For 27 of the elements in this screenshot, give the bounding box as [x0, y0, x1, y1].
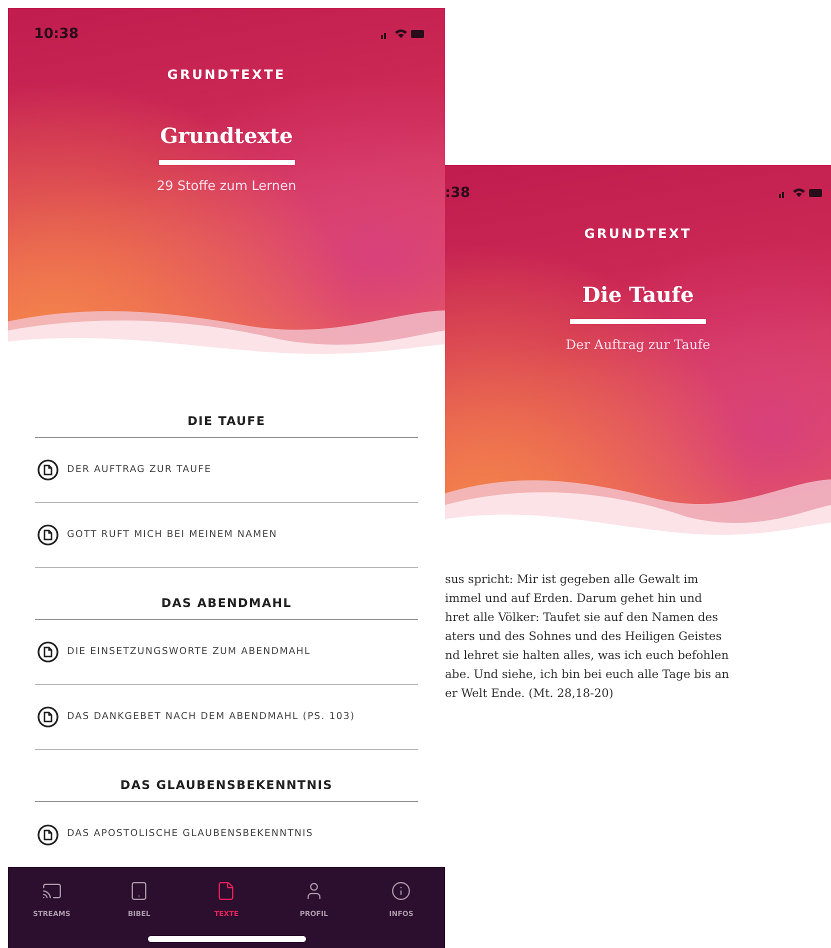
- document-icon: [37, 524, 59, 546]
- header-subtitle: 29 Stoffe zum Lernen: [156, 179, 296, 194]
- document-icon: [37, 641, 59, 663]
- text-list-item[interactable]: DAS DANKGEBET NACH DEM ABENDMAHL (PS. 103): [35, 685, 418, 750]
- file-icon: [216, 881, 236, 901]
- document-icon: [37, 706, 59, 728]
- text-list-item[interactable]: GOTT RUFT MICH BEI MEINEM NAMEN: [35, 503, 418, 568]
- header-title: Die Taufe: [582, 282, 694, 307]
- header-overline: GRUNDTEXT: [584, 227, 692, 242]
- header-title: Grundtexte: [160, 123, 293, 148]
- section-heading: DAS ABENDMAHL: [35, 590, 418, 620]
- status-icons: [779, 187, 823, 199]
- text-list-item[interactable]: DAS APOSTOLISCHE GLAUBENSBEKENNTNIS: [35, 802, 418, 867]
- document-icon: [37, 824, 59, 846]
- header-subtitle: Der Auftrag zur Taufe: [566, 338, 710, 353]
- text-list-item[interactable]: DER AUFTRAG ZUR TAUFE: [35, 438, 418, 503]
- status-time: :38: [445, 185, 470, 201]
- status-time: 10:38: [34, 26, 79, 42]
- header-overline: GRUNDTEXTE: [167, 68, 286, 83]
- text-list-item[interactable]: DIE EINSETZUNGSWORTE ZUM ABENDMAHL: [35, 620, 418, 685]
- cast-icon: [42, 881, 62, 901]
- status-icons: [381, 28, 425, 40]
- info-icon: [391, 881, 412, 901]
- section-heading: DIE TAUFE: [35, 408, 418, 438]
- scripture-paragraph: sus spricht: Mir ist gegeben alle Gewalt im immel und auf Erden. Darum gehet hin und hret alle Völker: Taufet sie auf den Namen des aters und des Sohnes und des Heiligen Geistes nd lehret sie halten alles, was ich euch befohlen abe. Und siehe, ich bin bei euch alle Tage bis an er Welt Ende. (Mt. 28,18-20): [445, 571, 730, 702]
- section-heading: DAS GLAUBENSBEKENNTNIS: [35, 772, 418, 802]
- document-icon: [37, 459, 59, 481]
